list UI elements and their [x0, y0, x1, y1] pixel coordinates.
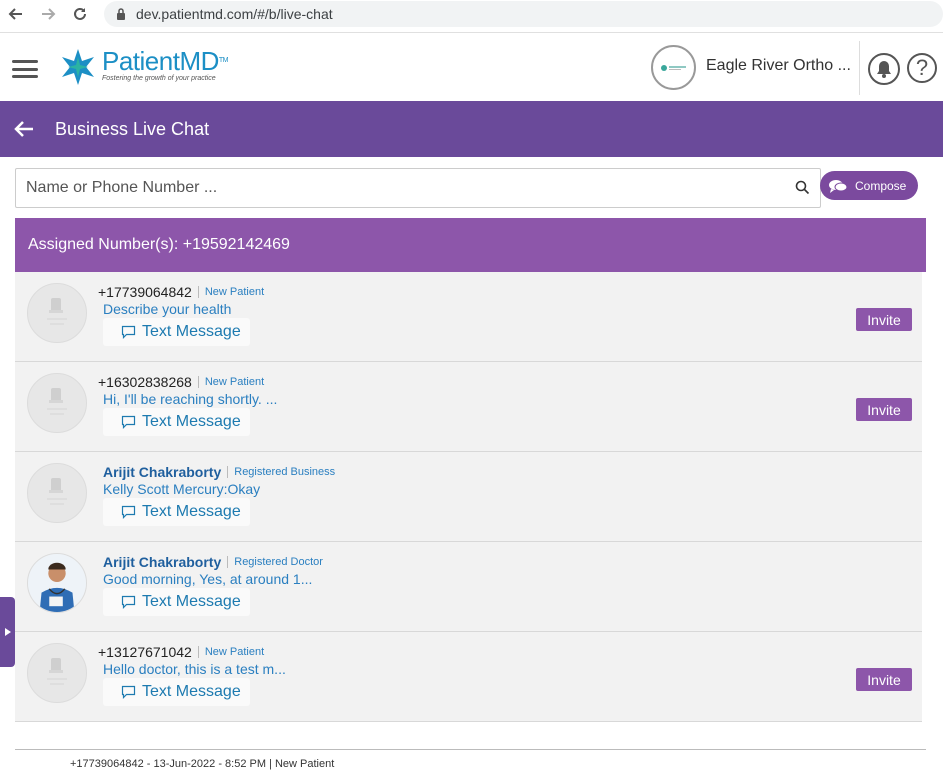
contact-type-badge: Registered Business [227, 466, 335, 478]
search-input[interactable] [16, 169, 776, 207]
section-divider [15, 749, 926, 750]
text-message-button[interactable]: Text Message [103, 678, 250, 706]
text-message-label: Text Message [142, 593, 241, 610]
chat-row[interactable]: +17739064842 New Patient Describe your hea… [15, 272, 922, 362]
chat-bubbles-icon [829, 179, 847, 193]
logo-mark-icon [62, 49, 94, 85]
avatar[interactable] [27, 643, 87, 703]
message-icon [121, 415, 136, 429]
text-message-button[interactable]: Text Message [103, 498, 250, 526]
next-section-snippet: +17739064842 - 13-Jun-2022 - 8:52 PM | N… [70, 758, 335, 770]
message-icon [121, 505, 136, 519]
chat-row[interactable]: Arijit Chakraborty Registered Doctor Good … [15, 542, 922, 632]
text-message-button[interactable]: Text Message [103, 588, 250, 616]
caret-right-icon [4, 628, 11, 636]
side-panel-toggle[interactable] [0, 597, 15, 667]
invite-button[interactable]: Invite [856, 308, 912, 331]
contact-title: +13127671042 [98, 644, 192, 660]
text-message-button[interactable]: Text Message [103, 408, 250, 436]
compose-button[interactable]: Compose [820, 171, 918, 200]
menu-icon[interactable] [12, 60, 38, 78]
url-text: dev.patientmd.com/#/b/live-chat [136, 6, 333, 22]
text-message-button[interactable]: Text Message [103, 318, 250, 346]
header-divider [859, 41, 860, 95]
logo-tm: TM [218, 57, 229, 64]
placeholder-avatar-icon [47, 298, 67, 325]
contact-type-badge: New Patient [197, 286, 264, 298]
message-icon [121, 325, 136, 339]
invite-button[interactable]: Invite [856, 668, 912, 691]
search-field [15, 168, 821, 208]
back-arrow-icon[interactable] [14, 118, 36, 140]
doctor-avatar-icon [28, 554, 86, 612]
text-message-label: Text Message [142, 323, 241, 340]
placeholder-avatar-icon [47, 388, 67, 415]
chat-list: +17739064842 New Patient Describe your hea… [15, 272, 922, 722]
message-icon [121, 595, 136, 609]
text-message-label: Text Message [142, 683, 241, 700]
notification-bell-icon[interactable] [868, 53, 900, 85]
compose-label: Compose [855, 178, 907, 193]
message-icon [121, 685, 136, 699]
chat-row[interactable]: +13127671042 New Patient Hello doctor, thi… [15, 632, 922, 722]
contact-title: Arijit Chakraborty [103, 464, 222, 480]
logo-tagline: Fostering the growth of your practice [102, 75, 216, 82]
assigned-numbers-bar: Assigned Number(s): +19592142469 [15, 218, 926, 272]
chat-row[interactable]: +16302838268 New Patient Hi, I'll be reach… [15, 362, 922, 452]
back-nav-icon[interactable] [5, 3, 27, 25]
placeholder-avatar-icon [47, 478, 67, 505]
avatar[interactable] [27, 553, 87, 613]
last-message-preview: Hello doctor, this is a test m... [103, 661, 286, 677]
last-message-preview: Good morning, Yes, at around 1... [103, 571, 313, 587]
forward-nav-icon[interactable] [37, 3, 59, 25]
contact-title: +16302838268 [98, 374, 192, 390]
contact-title: +17739064842 [98, 284, 192, 300]
last-message-preview: Kelly Scott Mercury:Okay [103, 481, 261, 497]
invite-button[interactable]: Invite [856, 398, 912, 421]
last-message-preview: Hi, I'll be reaching shortly. ... [103, 391, 278, 407]
text-message-label: Text Message [142, 503, 241, 520]
address-bar[interactable]: dev.patientmd.com/#/b/live-chat [104, 1, 943, 27]
org-avatar[interactable] [651, 45, 696, 90]
page-title: Business Live Chat [55, 118, 210, 139]
contact-type-badge: New Patient [197, 376, 264, 388]
avatar[interactable] [27, 283, 87, 343]
avatar[interactable] [27, 373, 87, 433]
patientmd-logo[interactable]: PatientMDTM Fostering the growth of your… [60, 46, 229, 87]
logo-name: PatientMD [102, 46, 219, 76]
help-icon[interactable]: ? [907, 53, 937, 83]
page-title-bar: Business Live Chat [0, 101, 943, 157]
reload-icon[interactable] [69, 3, 91, 25]
avatar[interactable] [27, 463, 87, 523]
assigned-numbers-text: Assigned Number(s): +19592142469 [28, 236, 290, 253]
placeholder-avatar-icon [47, 658, 67, 685]
lock-icon [116, 8, 126, 20]
last-message-preview: Describe your health [103, 301, 232, 317]
browser-toolbar: dev.patientmd.com/#/b/live-chat [0, 0, 943, 28]
chat-row[interactable]: Arijit Chakraborty Registered Business Kel… [15, 452, 922, 542]
text-message-label: Text Message [142, 413, 241, 430]
contact-type-badge: New Patient [197, 646, 264, 658]
contact-type-badge: Registered Doctor [227, 556, 323, 568]
app-header: PatientMDTM Fostering the growth of your… [0, 32, 943, 101]
org-name[interactable]: Eagle River Ortho ... [706, 57, 851, 75]
search-icon[interactable] [795, 180, 810, 200]
contact-title: Arijit Chakraborty [103, 554, 222, 570]
